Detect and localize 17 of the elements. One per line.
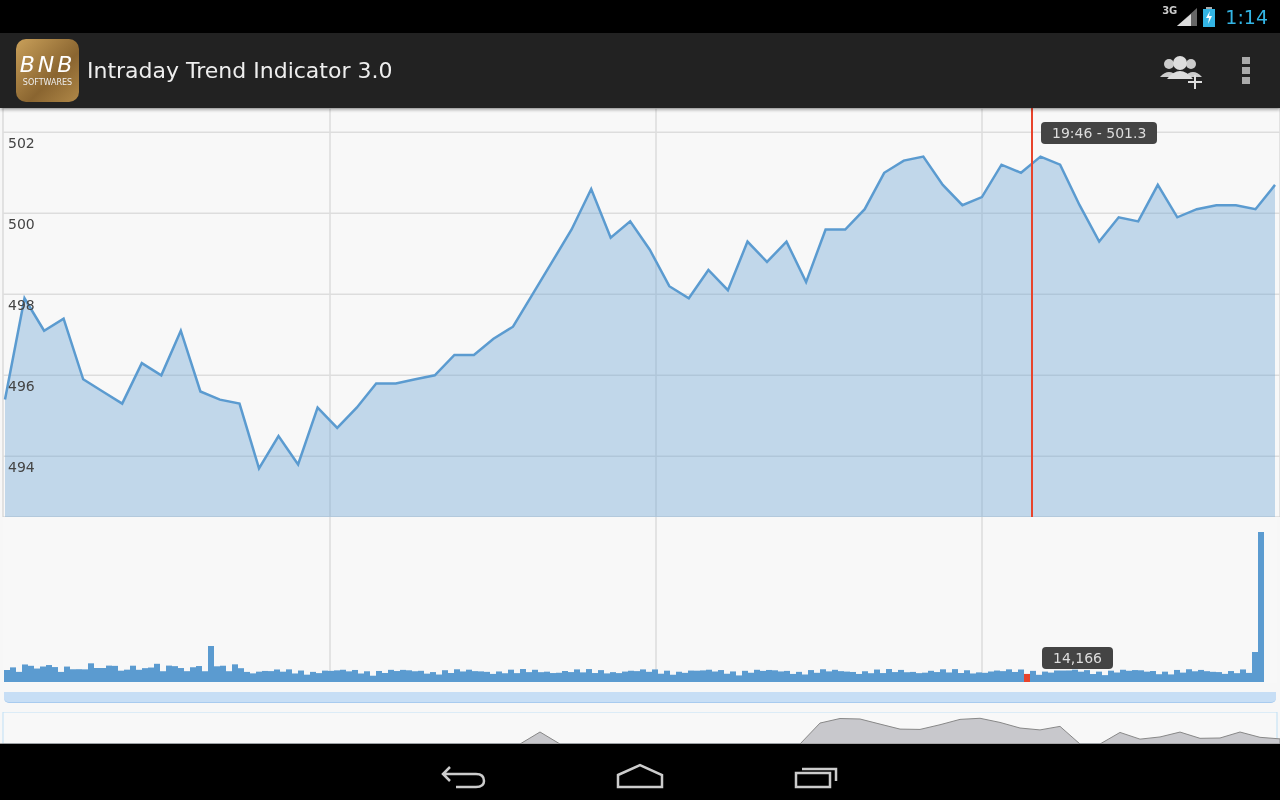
logo-text: BNB [19, 54, 76, 76]
overflow-menu-icon[interactable] [1242, 56, 1250, 85]
logo-subtitle: SOFTWARES [22, 79, 73, 87]
price-tooltip: 19:46 - 501.3 [1041, 122, 1158, 144]
battery-icon [1203, 6, 1216, 27]
back-icon[interactable] [440, 763, 486, 789]
y-axis-label: 500 [8, 216, 35, 233]
network-type: 3G [1162, 5, 1178, 16]
signal-icon [1177, 7, 1198, 26]
app-title: Intraday Trend Indicator 3.0 [87, 58, 394, 83]
clock: 1:14 [1225, 5, 1268, 28]
y-axis-label: 496 [8, 378, 35, 395]
y-axis-label: 494 [8, 459, 35, 476]
y-axis-label: 502 [8, 135, 35, 152]
app-logo[interactable]: BNB SOFTWARES [16, 39, 79, 102]
home-icon[interactable] [616, 763, 664, 789]
volume-tooltip: 14,166 [1042, 647, 1113, 669]
